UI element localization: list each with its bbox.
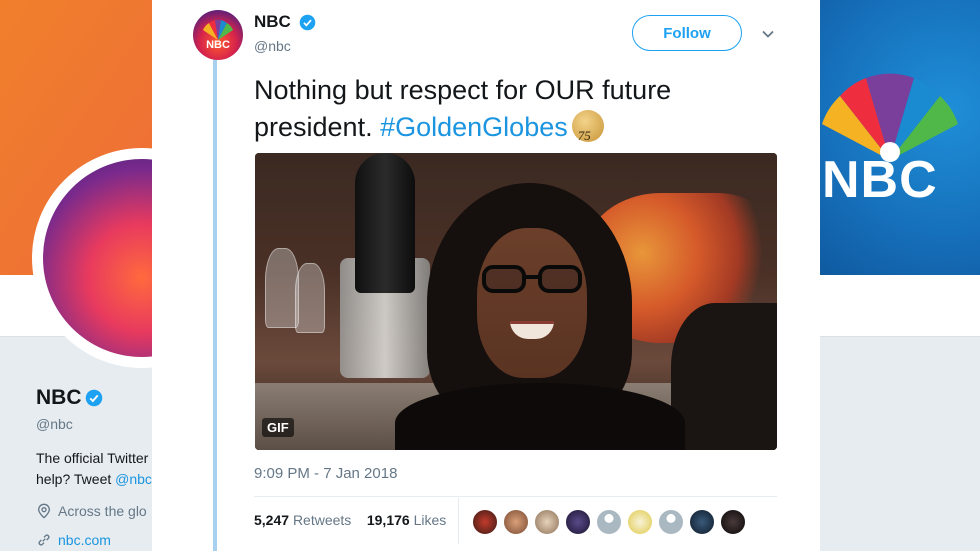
retweets-count: 5,247 xyxy=(254,512,290,528)
background-logo-text-right: NBC xyxy=(822,151,938,209)
tweet-timestamp[interactable]: 9:09 PM - 7 Jan 2018 xyxy=(254,465,397,482)
liker-avatar[interactable] xyxy=(627,509,653,535)
liker-avatar[interactable] xyxy=(689,509,715,535)
liker-avatar[interactable] xyxy=(503,509,529,535)
likers-avatars xyxy=(472,509,746,535)
gif-background-person xyxy=(671,303,777,450)
gif-badge: GIF xyxy=(262,418,294,437)
likes-count: 19,176 xyxy=(366,512,410,528)
gif-glass xyxy=(265,248,299,328)
profile-location: Across the glo xyxy=(36,503,147,519)
gif-champagne-bottle xyxy=(355,153,415,293)
nbc-peacock-logo-right xyxy=(822,73,958,162)
tweet-stats: 5,247 Retweets 19,176 Likes xyxy=(254,512,446,528)
hashflag-text: 75 xyxy=(577,128,591,143)
retweets-label: Retweets xyxy=(292,512,352,528)
retweets-stat[interactable]: 5,247 Retweets xyxy=(254,512,351,528)
profile-bio-link[interactable]: @nbc xyxy=(115,471,152,487)
tweet-gif-media[interactable] xyxy=(255,153,777,450)
profile-bio-text: help? Tweet xyxy=(36,471,112,487)
profile-bio-line2: help? Tweet @nbc xyxy=(36,469,166,490)
verified-badge-icon xyxy=(85,389,103,407)
profile-handle: @nbc xyxy=(36,416,73,432)
profile-url-text[interactable]: nbc.com xyxy=(58,532,111,548)
liker-avatar[interactable] xyxy=(720,509,746,535)
liker-avatar[interactable] xyxy=(565,509,591,535)
gif-glass xyxy=(295,263,325,333)
likes-label: Likes xyxy=(413,512,447,528)
likes-stat[interactable]: 19,176 Likes xyxy=(367,512,446,528)
tweet-username[interactable]: @nbc xyxy=(254,38,291,54)
stats-separator xyxy=(458,498,459,544)
profile-url[interactable]: nbc.com xyxy=(36,532,111,548)
link-icon xyxy=(38,534,50,546)
liker-avatar[interactable] xyxy=(472,509,498,535)
thread-line xyxy=(213,58,217,551)
hashtag-link[interactable]: #GoldenGlobes xyxy=(380,112,568,142)
location-pin-icon xyxy=(37,503,51,519)
liker-avatar[interactable] xyxy=(534,509,560,535)
tweet-text: Nothing but respect for OUR future presi… xyxy=(254,72,774,146)
profile-name: NBC xyxy=(36,386,82,409)
golden-globes-hashflag-icon: 75 xyxy=(571,110,604,143)
tweet-display-name[interactable]: NBC xyxy=(254,12,291,32)
default-avatar-icon[interactable] xyxy=(658,509,684,535)
profile-bio-line1: The official Twitter xyxy=(36,450,149,466)
gif-woman-face xyxy=(477,228,587,378)
divider xyxy=(254,496,777,497)
follow-button[interactable]: Follow xyxy=(632,15,742,51)
avatar-logo-text: NBC xyxy=(206,39,230,51)
default-avatar-icon[interactable] xyxy=(596,509,622,535)
verified-badge-icon xyxy=(299,14,316,31)
tweet-author-avatar[interactable]: NBC xyxy=(193,10,243,60)
nbc-peacock-icon xyxy=(203,19,233,40)
chevron-down-icon[interactable] xyxy=(760,26,776,42)
profile-location-text: Across the glo xyxy=(58,503,147,519)
profile-bio: The official Twitter help? Tweet @nbc xyxy=(36,448,166,490)
gif-eyeglasses xyxy=(482,265,582,293)
